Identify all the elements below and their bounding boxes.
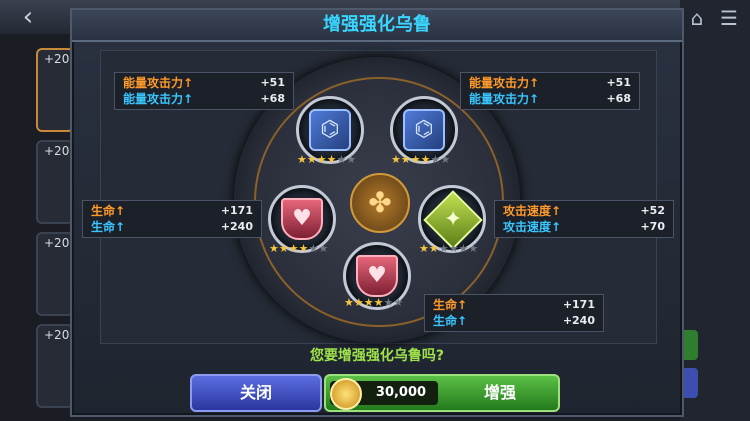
stat-value: +68: [606, 92, 631, 105]
cost-display: 30,000: [330, 378, 438, 410]
confirm-question: 您要增强强化乌鲁吗?: [309, 348, 445, 364]
health-rune-icon: ♥: [356, 255, 398, 297]
stat-box-energy-attack-left: 能量攻击力↑ +51 能量攻击力↑ +68: [114, 72, 294, 110]
stat-label: 攻击速度↑: [503, 220, 562, 234]
triquetra-emblem-icon: ✤: [350, 173, 410, 233]
stat-box-health-left: 生命↑ +171 生命↑ +240: [82, 200, 262, 238]
slot-level: +20: [44, 236, 70, 250]
stat-label: 能量攻击力↑: [469, 76, 540, 90]
close-button[interactable]: 关闭: [190, 374, 322, 412]
rune-slot[interactable]: +20: [36, 48, 74, 132]
rune-slot[interactable]: +20: [36, 232, 74, 316]
energy-rune-icon: ⌬: [403, 109, 445, 151]
rune-stars: ★★★★★★: [391, 153, 451, 166]
stat-value: +51: [606, 76, 631, 89]
home-icon[interactable]: ⌂: [684, 5, 710, 31]
stat-box-attack-speed: 攻击速度↑ +52 攻击速度↑ +70: [494, 200, 674, 238]
stat-value: +171: [562, 298, 595, 311]
enhance-dialog: 增强强化乌鲁 ✤ ⌬ ★★★★★★ ⌬ ★★★★★★ ♥ ★★★★★★ ✦ ★★…: [70, 8, 684, 417]
stat-value: +240: [220, 220, 253, 233]
stat-value: +52: [640, 204, 665, 217]
health-rune-icon: ♥: [281, 198, 323, 240]
stat-label: 生命↑: [91, 220, 126, 234]
speed-rune-icon: ✦: [423, 190, 483, 250]
stat-box-energy-attack-right: 能量攻击力↑ +51 能量攻击力↑ +68: [460, 72, 640, 110]
back-icon[interactable]: ‹: [6, 2, 50, 32]
cost-value: 30,000: [375, 385, 427, 400]
slot-level: +20: [44, 52, 70, 66]
dialog-title: 增强强化乌鲁: [323, 14, 431, 35]
stat-label: 能量攻击力↑: [123, 92, 194, 106]
stat-label: 攻击速度↑: [503, 204, 562, 218]
enhance-label: 增强: [483, 383, 516, 402]
stat-label: 能量攻击力↑: [469, 92, 540, 106]
rune-stars: ★★★★★★: [269, 242, 329, 255]
gold-coin-icon: [330, 378, 362, 410]
rune-stars: ★★★★★★: [344, 296, 404, 309]
rune-slot[interactable]: +20: [36, 140, 74, 224]
stat-value: +171: [220, 204, 253, 217]
rune-stars: ★★★★★★: [419, 242, 479, 255]
stat-value: +68: [260, 92, 285, 105]
enhance-button[interactable]: 30,000 增强: [324, 374, 560, 412]
stat-value: +70: [640, 220, 665, 233]
stat-label: 生命↑: [433, 314, 468, 328]
stat-value: +240: [562, 314, 595, 327]
chat-icon[interactable]: ☰: [716, 5, 742, 31]
slot-level: +20: [44, 328, 70, 342]
stat-label: 生命↑: [91, 204, 126, 218]
rune-slot[interactable]: +20: [36, 324, 74, 408]
stat-label: 生命↑: [433, 298, 468, 312]
energy-rune-icon: ⌬: [309, 109, 351, 151]
stat-box-health-bottom: 生命↑ +171 生命↑ +240: [424, 294, 604, 332]
stat-label: 能量攻击力↑: [123, 76, 194, 90]
rune-stars: ★★★★★★: [297, 153, 357, 166]
slot-level: +20: [44, 144, 70, 158]
stat-value: +51: [260, 76, 285, 89]
